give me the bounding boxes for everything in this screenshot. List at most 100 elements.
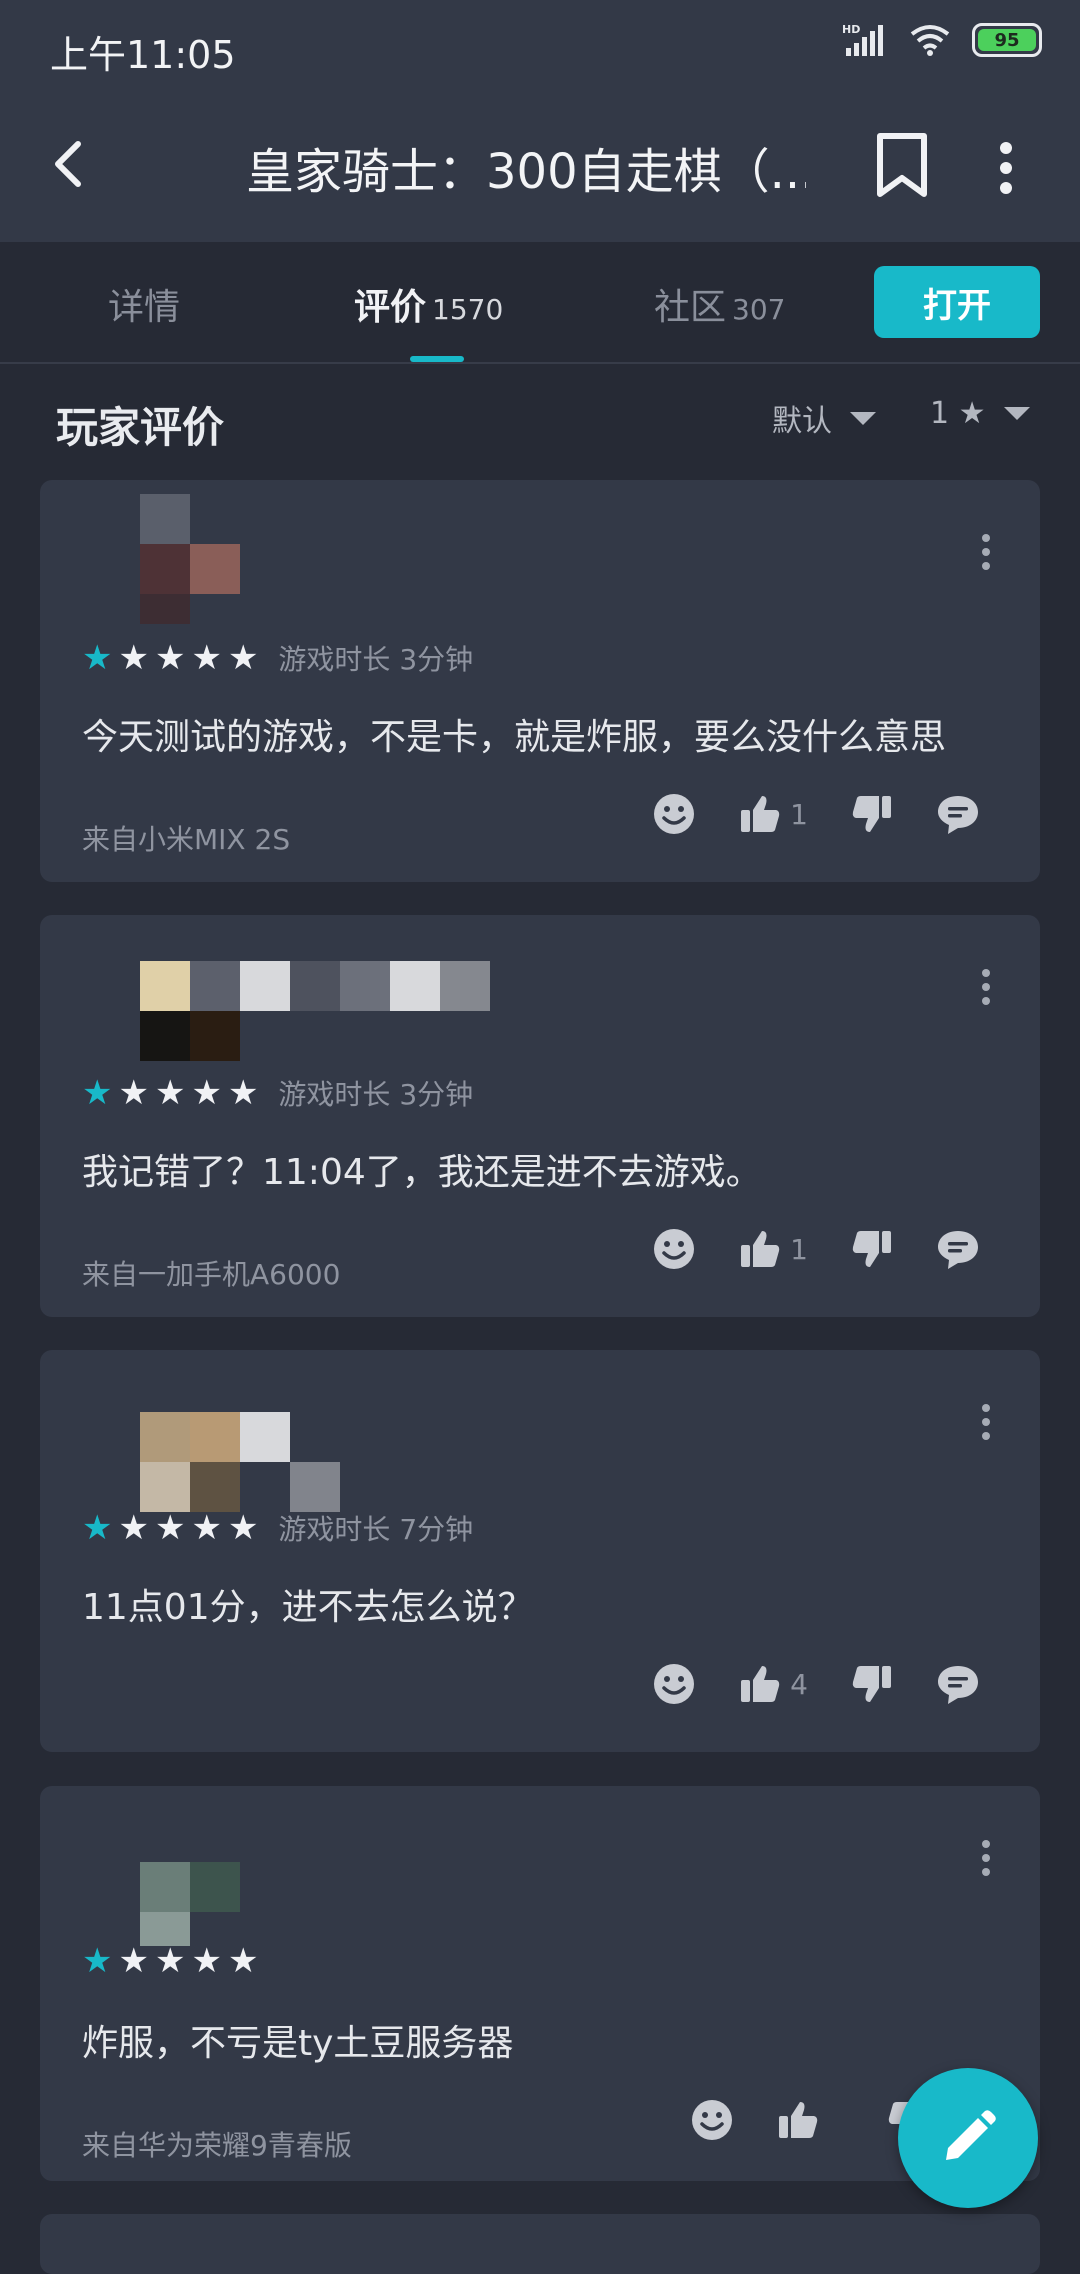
dislike-button[interactable] bbox=[850, 1227, 894, 1271]
thumbs-down-icon bbox=[852, 1666, 891, 1702]
tab-community[interactable]: 社区 307 bbox=[654, 278, 785, 330]
status-icons: HD 95 bbox=[842, 22, 1042, 58]
star-rating: ★ ★ ★ ★ ★ bbox=[82, 1076, 258, 1110]
star-icon: ★ bbox=[227, 1073, 259, 1113]
back-icon[interactable] bbox=[40, 134, 100, 194]
dislike-button[interactable] bbox=[850, 1662, 894, 1706]
rating-row: ★ ★ ★ ★ ★ 游戏时长 7分钟 bbox=[82, 1508, 473, 1548]
comment-icon bbox=[938, 1231, 978, 1269]
emoji-react-button[interactable] bbox=[652, 1227, 696, 1271]
comment-button[interactable] bbox=[936, 1662, 980, 1706]
thumbs-down-icon bbox=[852, 796, 891, 832]
write-review-button[interactable] bbox=[898, 2068, 1038, 2208]
review-card[interactable]: ★ ★ ★ ★ ★ 游戏时长 3分钟 我记错了？11:04了，我还是进不去游戏。… bbox=[40, 915, 1040, 1317]
emoji-react-button[interactable] bbox=[652, 1662, 696, 1706]
star-icon: ★ bbox=[118, 1508, 149, 1548]
tab-label: 评价 bbox=[354, 287, 427, 328]
like-count: 4 bbox=[790, 1667, 808, 1701]
avatar[interactable] bbox=[100, 494, 350, 644]
emoji-react-button[interactable] bbox=[652, 792, 696, 836]
tab-label: 详情 bbox=[108, 287, 181, 328]
tab-bar: 详情 评价 1570 社区 307 打开 bbox=[0, 242, 1080, 364]
chevron-down-icon bbox=[850, 411, 876, 425]
star-icon: ★ bbox=[118, 638, 149, 678]
emoji-react-button[interactable] bbox=[690, 2098, 734, 2142]
comment-icon bbox=[938, 796, 978, 834]
review-text: 我记错了？11:04了，我还是进不去游戏。 bbox=[82, 1152, 762, 1193]
like-button[interactable] bbox=[776, 2098, 844, 2142]
review-card[interactable]: ★ ★ ★ ★ ★ 游戏时长 7分钟 11点01分，进不去怎么说？ 4 bbox=[40, 1350, 1040, 1752]
hd-signal-icon: HD bbox=[842, 23, 883, 56]
chevron-down-icon bbox=[1003, 407, 1030, 420]
review-actions: 1 bbox=[610, 792, 980, 836]
review-text: 今天测试的游戏，不是卡，就是炸服，要么没什么意思 bbox=[82, 717, 947, 758]
star-icon: ★ bbox=[82, 1073, 113, 1113]
comment-icon bbox=[938, 1666, 978, 1704]
avatar[interactable] bbox=[100, 1364, 350, 1514]
review-card[interactable]: ★ ★ ★ ★ ★ 游戏时长 3分钟 今天测试的游戏，不是卡，就是炸服，要么没什… bbox=[40, 480, 1040, 882]
review-actions bbox=[648, 2098, 930, 2142]
star-icon: ★ bbox=[191, 638, 222, 678]
more-vertical-icon[interactable] bbox=[974, 532, 998, 572]
comment-button[interactable] bbox=[936, 1227, 980, 1271]
star-rating: ★ ★ ★ ★ ★ bbox=[82, 641, 258, 675]
device-label: 来自一加手机A6000 bbox=[82, 1258, 341, 1291]
wifi-icon bbox=[910, 25, 950, 56]
more-vertical-icon[interactable] bbox=[974, 1838, 998, 1878]
like-count: 1 bbox=[790, 797, 808, 831]
svg-text:HD: HD bbox=[842, 23, 860, 36]
device-label: 来自华为荣耀9青春版 bbox=[82, 2129, 352, 2162]
reviews-header: 玩家评价 默认 1 ★ bbox=[0, 364, 1080, 474]
filter-label: 1 ★ bbox=[930, 396, 986, 431]
tab-details[interactable]: 详情 bbox=[108, 278, 180, 330]
thumbs-up-icon bbox=[741, 1231, 780, 1267]
page-title: 皇家骑士：300自走棋（... bbox=[246, 144, 806, 200]
playtime: 游戏时长 3分钟 bbox=[278, 1078, 474, 1111]
more-vertical-icon[interactable] bbox=[974, 1402, 998, 1442]
like-count: 1 bbox=[790, 1232, 808, 1266]
like-button[interactable]: 1 bbox=[738, 1227, 808, 1271]
avatar[interactable] bbox=[100, 1800, 350, 1950]
smiley-icon bbox=[692, 2100, 732, 2140]
app-bar: 皇家骑士：300自走棋（... bbox=[0, 90, 1080, 242]
rating-row: ★ ★ ★ ★ ★ 游戏时长 3分钟 bbox=[82, 638, 473, 678]
avatar[interactable] bbox=[100, 929, 490, 1079]
section-title: 玩家评价 bbox=[56, 403, 225, 452]
star-icon: ★ bbox=[154, 1073, 186, 1113]
sort-label: 默认 bbox=[772, 404, 832, 439]
more-vertical-icon[interactable] bbox=[974, 967, 998, 1007]
device-label: 来自小米MIX 2S bbox=[82, 823, 291, 856]
thumbs-up-icon bbox=[741, 1666, 780, 1702]
rating-row: ★ ★ ★ ★ ★ bbox=[82, 1944, 278, 1978]
tab-reviews[interactable]: 评价 1570 bbox=[354, 278, 503, 330]
more-vertical-icon[interactable] bbox=[976, 138, 1036, 198]
review-text: 炸服，不亏是ty土豆服务器 bbox=[82, 2023, 514, 2064]
sort-dropdown[interactable]: 默认 bbox=[772, 396, 876, 440]
star-icon: ★ bbox=[154, 638, 186, 678]
thumbs-down-icon bbox=[852, 1231, 891, 1267]
smiley-icon bbox=[654, 794, 695, 834]
thumbs-up-icon bbox=[741, 796, 780, 832]
review-card[interactable] bbox=[40, 2214, 1040, 2274]
playtime: 游戏时长 7分钟 bbox=[278, 1513, 474, 1546]
tab-count: 1570 bbox=[432, 293, 504, 326]
star-icon: ★ bbox=[227, 1508, 259, 1548]
star-icon: ★ bbox=[154, 1508, 186, 1548]
status-bar: 上午11:05 HD 95 bbox=[0, 0, 1080, 90]
star-rating: ★ ★ ★ ★ ★ bbox=[82, 1511, 258, 1545]
review-card[interactable]: ★ ★ ★ ★ ★ 炸服，不亏是ty土豆服务器 来自华为荣耀9青春版 bbox=[40, 1786, 1040, 2181]
dislike-button[interactable] bbox=[850, 792, 894, 836]
bookmark-icon[interactable] bbox=[870, 130, 934, 202]
star-icon: ★ bbox=[118, 1073, 149, 1113]
like-button[interactable]: 1 bbox=[738, 792, 808, 836]
open-button[interactable]: 打开 bbox=[874, 266, 1040, 338]
tab-indicator bbox=[410, 356, 464, 362]
star-icon: ★ bbox=[227, 638, 259, 678]
star-icon: ★ bbox=[191, 1073, 222, 1113]
star-icon: ★ bbox=[82, 1941, 113, 1981]
star-icon: ★ bbox=[118, 1941, 149, 1981]
comment-button[interactable] bbox=[936, 792, 980, 836]
star-filter-dropdown[interactable]: 1 ★ bbox=[930, 396, 1030, 431]
like-button[interactable]: 4 bbox=[738, 1662, 808, 1706]
review-actions: 4 bbox=[610, 1662, 980, 1706]
